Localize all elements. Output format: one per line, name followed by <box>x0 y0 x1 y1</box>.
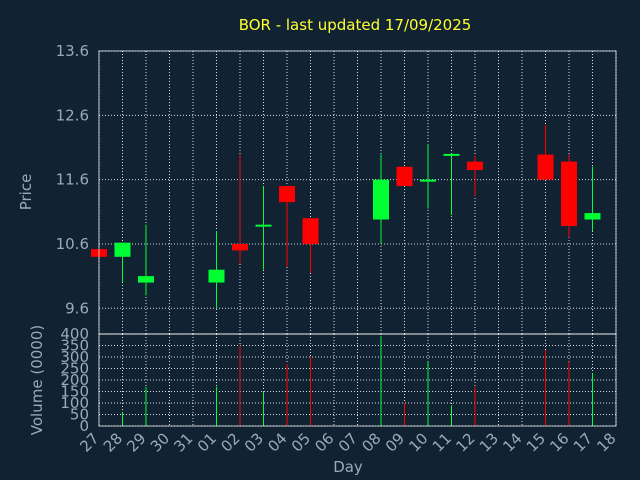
candle-01 <box>208 231 225 309</box>
x-tick-label: 08 <box>358 429 384 455</box>
x-tick-label: 29 <box>123 429 149 455</box>
candles <box>91 124 601 309</box>
price-axis-label: Price <box>17 174 35 211</box>
x-tick-label: 14 <box>499 429 525 455</box>
candle-08 <box>373 154 389 244</box>
price-tick-label: 12.6 <box>56 106 89 124</box>
x-tick-label: 03 <box>241 429 267 455</box>
x-tick-label: 05 <box>288 429 314 455</box>
candle-body <box>420 179 436 182</box>
price-tick-label: 9.6 <box>65 299 89 317</box>
x-tick-label: 12 <box>452 429 478 455</box>
candle-15 <box>537 124 554 180</box>
candle-body <box>467 161 483 170</box>
x-tick-label: 01 <box>194 429 220 455</box>
candle-body <box>255 224 272 227</box>
x-tick-label: 09 <box>382 429 408 455</box>
candle-02 <box>232 154 248 264</box>
price-tick-labels: 9.6 10.6 11.6 12.6 13.6 <box>56 42 89 317</box>
candle-body <box>561 161 577 226</box>
x-tick-label: 04 <box>264 429 290 455</box>
x-tick-label: 17 <box>570 429 596 455</box>
x-tick-labels: 2728293031010203040506070809101112131415… <box>76 429 619 455</box>
x-tick-label: 16 <box>546 429 572 455</box>
candle-body <box>443 153 460 156</box>
candle-body <box>208 269 225 283</box>
x-tick-label: 07 <box>335 429 361 455</box>
candle-29 <box>138 224 154 296</box>
candlestick-chart: BOR - last updated 17/09/2025 Price Volu… <box>17 16 620 476</box>
candle-body <box>138 276 154 283</box>
chart-title: BOR - last updated 17/09/2025 <box>239 16 472 34</box>
candle-body <box>396 166 413 187</box>
price-tick-label: 11.6 <box>56 171 89 189</box>
candle-12 <box>467 155 483 196</box>
price-tick-label: 10.6 <box>56 235 89 253</box>
price-tick-label: 13.6 <box>56 42 89 60</box>
candle-17 <box>584 166 601 232</box>
volume-panel-grid <box>98 333 617 427</box>
candle-10 <box>420 144 436 209</box>
candle-body <box>373 179 389 220</box>
candle-body <box>302 218 319 244</box>
price-panel-grid <box>98 50 617 334</box>
volume-tick-label: 400 <box>60 325 89 343</box>
x-tick-label: 11 <box>429 429 455 455</box>
x-axis-label: Day <box>333 458 363 476</box>
candle-body <box>232 243 248 251</box>
volume-axis-label: Volume (0000) <box>28 325 46 435</box>
x-tick-label: 28 <box>100 429 126 455</box>
candle-16 <box>561 154 577 238</box>
candle-05 <box>302 218 319 273</box>
x-tick-label: 10 <box>405 429 431 455</box>
x-tick-label: 31 <box>170 429 196 455</box>
x-tick-label: 15 <box>523 429 549 455</box>
candle-11 <box>443 153 460 216</box>
candle-28 <box>114 242 131 283</box>
candle-body <box>279 186 295 203</box>
candle-04 <box>279 186 295 267</box>
candle-body <box>537 154 554 180</box>
volume-tick-labels: 050100150200250300350400 <box>60 325 89 435</box>
candle-09 <box>396 166 413 187</box>
candle-body <box>584 213 601 220</box>
x-tick-label: 06 <box>311 429 337 455</box>
candle-03 <box>255 186 272 270</box>
x-tick-label: 13 <box>476 429 502 455</box>
x-tick-label: 30 <box>147 429 173 455</box>
x-tick-label: 02 <box>217 429 243 455</box>
x-tick-label: 18 <box>593 429 619 455</box>
candle-body <box>114 242 131 257</box>
